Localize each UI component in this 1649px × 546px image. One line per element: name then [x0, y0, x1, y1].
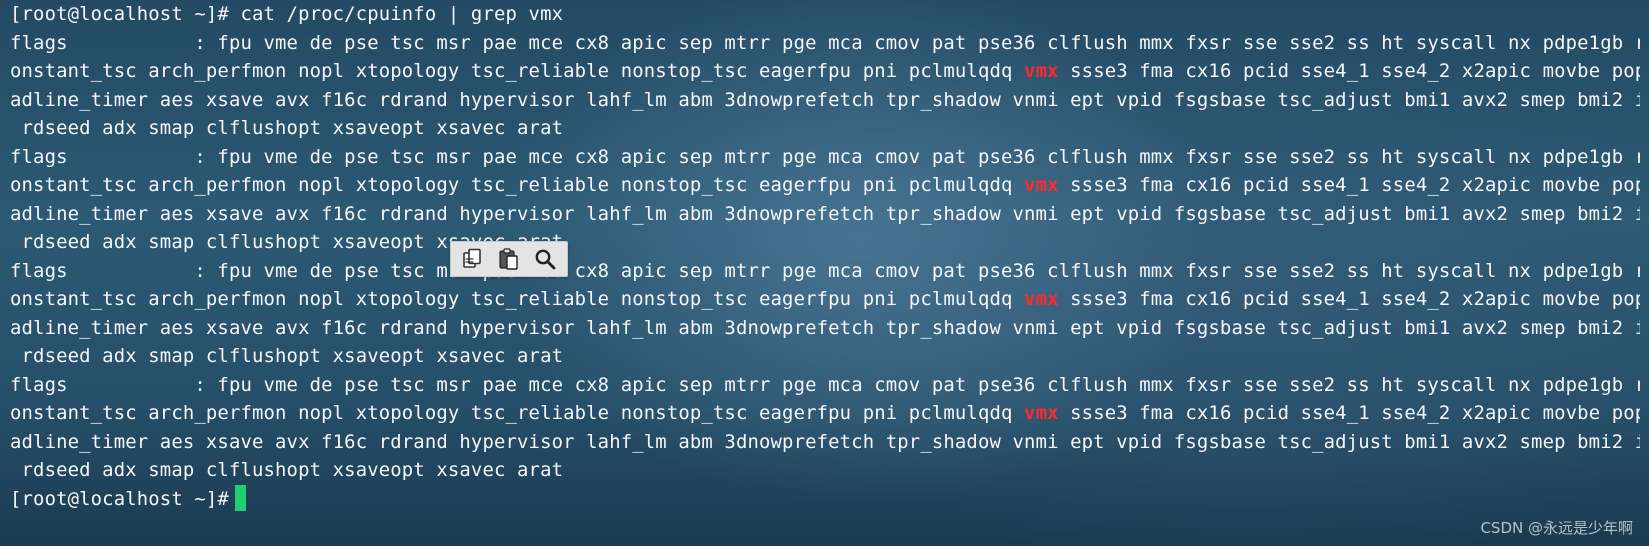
terminal-output[interactable]: [root@localhost ~]# cat /proc/cpuinfo | … [10, 0, 1640, 546]
flags-line: onstant_tsc arch_perfmon nopl xtopology … [10, 171, 1640, 200]
flags-line: adline_timer aes xsave avx f16c rdrand h… [10, 88, 1640, 111]
flags-text: onstant_tsc arch_perfmon nopl xtopology … [10, 174, 1025, 196]
terminal-cursor [234, 484, 246, 511]
shell-prompt: [root@localhost ~]# [10, 487, 229, 510]
copy-icon [461, 247, 485, 271]
flags-line: rdseed adx smap clflushopt xsaveopt xsav… [10, 231, 564, 253]
flags-line: rdseed adx smap clflushopt xsaveopt xsav… [10, 345, 564, 367]
copy-button[interactable] [457, 244, 489, 274]
vmx-highlight: vmx [1024, 60, 1059, 82]
flags-line: flags : fpu vme de pse tsc msr pae mce c… [10, 145, 1640, 168]
flags-line: flags : fpu vme de pse tsc msr pae mce c… [10, 31, 1640, 54]
flags-line: adline_timer aes xsave avx f16c rdrand h… [10, 316, 1640, 339]
flags-text: ssse3 fma cx16 pcid sse4_1 sse4_2 x2apic… [1070, 60, 1640, 82]
search-icon [533, 247, 557, 271]
csdn-watermark: CSDN @永远是少年啊 [1480, 519, 1633, 537]
flags-line: onstant_tsc arch_perfmon nopl xtopology … [10, 57, 1640, 86]
command-line: [root@localhost ~]# cat /proc/cpuinfo | … [10, 3, 564, 25]
flags-line: onstant_tsc arch_perfmon nopl xtopology … [10, 399, 1640, 428]
flags-text: onstant_tsc arch_perfmon nopl xtopology … [10, 402, 1025, 424]
paste-icon [497, 247, 521, 271]
vmx-highlight: vmx [1024, 174, 1059, 196]
flags-text: ssse3 fma cx16 pcid sse4_1 sse4_2 x2apic… [1070, 174, 1640, 196]
search-button[interactable] [529, 244, 561, 274]
flags-text: onstant_tsc arch_perfmon nopl xtopology … [10, 60, 1025, 82]
flags-line: flags : fpu vme de pse tsc msr pae mce c… [10, 373, 1640, 396]
flags-line: onstant_tsc arch_perfmon nopl xtopology … [10, 285, 1640, 314]
selection-context-toolbar [450, 241, 568, 277]
flags-line: rdseed adx smap clflushopt xsaveopt xsav… [10, 459, 564, 481]
vmx-highlight: vmx [1024, 288, 1059, 310]
flags-text: ssse3 fma cx16 pcid sse4_1 sse4_2 x2apic… [1070, 402, 1640, 424]
flags-line: flags : fpu vme de pse tsc msr pae mce c… [10, 259, 1640, 282]
paste-button[interactable] [493, 244, 525, 274]
flags-text: onstant_tsc arch_perfmon nopl xtopology … [10, 288, 1025, 310]
flags-text: ssse3 fma cx16 pcid sse4_1 sse4_2 x2apic… [1070, 288, 1640, 310]
flags-line: adline_timer aes xsave avx f16c rdrand h… [10, 430, 1640, 453]
flags-line: adline_timer aes xsave avx f16c rdrand h… [10, 202, 1640, 225]
vmx-highlight: vmx [1024, 402, 1059, 424]
prompt-line: [root@localhost ~]# [10, 484, 1640, 514]
flags-line: rdseed adx smap clflushopt xsaveopt xsav… [10, 117, 564, 139]
